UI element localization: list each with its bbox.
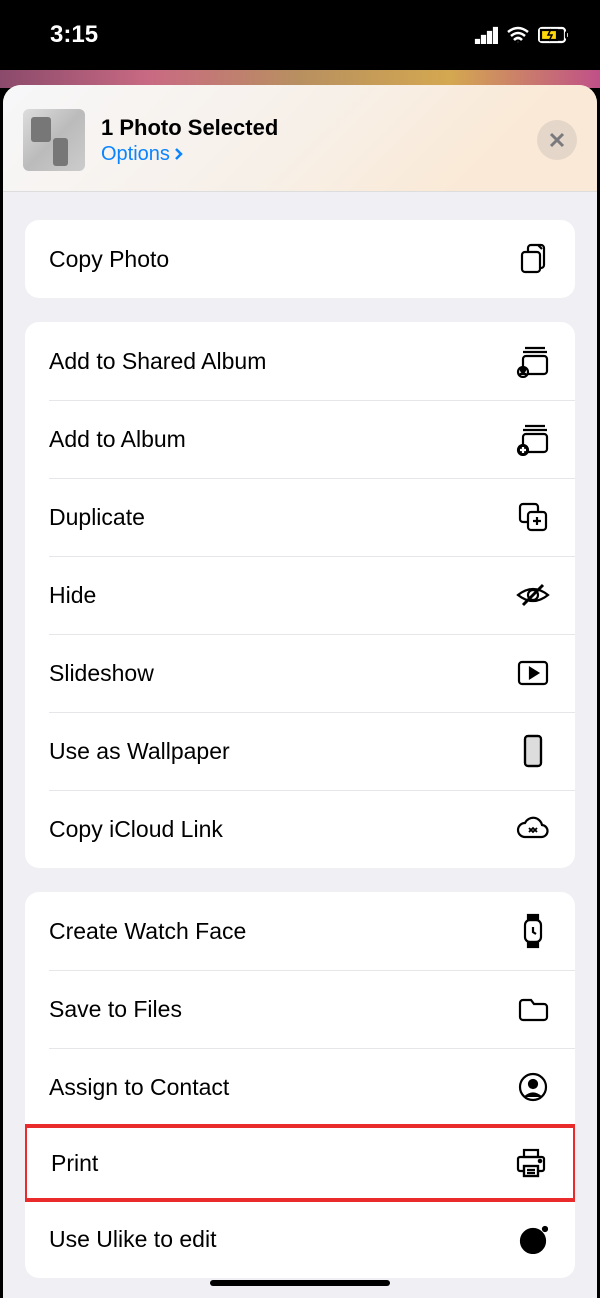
wifi-icon: [506, 26, 530, 44]
hide-icon: [515, 577, 551, 613]
contact-icon: [515, 1069, 551, 1105]
shared-album-icon: [515, 343, 551, 379]
icloud-link-row[interactable]: Copy iCloud Link: [25, 790, 575, 868]
slideshow-row[interactable]: Slideshow: [25, 634, 575, 712]
status-time: 3:15: [50, 21, 98, 49]
sheet-title: 1 Photo Selected: [101, 115, 521, 141]
row-label: Copy Photo: [49, 246, 169, 273]
share-sheet: 1 Photo Selected Options Copy Photo Add …: [3, 85, 597, 1298]
folder-icon: [515, 991, 551, 1027]
slideshow-icon: [515, 655, 551, 691]
print-row[interactable]: Print: [25, 1124, 575, 1202]
add-shared-album-row[interactable]: Add to Shared Album: [25, 322, 575, 400]
row-label: Slideshow: [49, 660, 154, 687]
action-group-1: Copy Photo: [25, 220, 575, 298]
battery-charging-icon: [538, 26, 570, 44]
row-label: Print: [51, 1150, 98, 1177]
row-label: Hide: [49, 582, 96, 609]
cellular-icon: [474, 26, 498, 44]
row-label: Use as Wallpaper: [49, 738, 230, 765]
row-label: Duplicate: [49, 504, 145, 531]
ulike-icon: [515, 1221, 551, 1257]
status-bar: 3:15: [0, 0, 600, 70]
ulike-edit-row[interactable]: Use Ulike to edit: [25, 1200, 575, 1278]
add-album-row[interactable]: Add to Album: [25, 400, 575, 478]
watch-icon: [515, 913, 551, 949]
add-album-icon: [515, 421, 551, 457]
row-label: Add to Album: [49, 426, 186, 453]
sheet-body[interactable]: Copy Photo Add to Shared Album Add to Al…: [3, 192, 597, 1293]
photo-thumbnail: [23, 109, 85, 171]
action-group-2: Add to Shared Album Add to Album Duplica…: [25, 322, 575, 868]
close-icon: [548, 131, 566, 149]
wallpaper-row[interactable]: Use as Wallpaper: [25, 712, 575, 790]
assign-contact-row[interactable]: Assign to Contact: [25, 1048, 575, 1126]
copy-icon: [515, 241, 551, 277]
duplicate-icon: [515, 499, 551, 535]
watch-face-row[interactable]: Create Watch Face: [25, 892, 575, 970]
row-label: Save to Files: [49, 996, 182, 1023]
row-label: Assign to Contact: [49, 1074, 229, 1101]
row-label: Use Ulike to edit: [49, 1226, 216, 1253]
row-label: Create Watch Face: [49, 918, 246, 945]
save-files-row[interactable]: Save to Files: [25, 970, 575, 1048]
options-label: Options: [101, 143, 170, 166]
chevron-right-icon: [174, 147, 184, 161]
header-text: 1 Photo Selected Options: [101, 115, 521, 166]
printer-icon: [513, 1145, 549, 1181]
options-button[interactable]: Options: [101, 143, 521, 166]
cloud-link-icon: [515, 811, 551, 847]
status-icons: [474, 26, 570, 44]
close-button[interactable]: [537, 120, 577, 160]
duplicate-row[interactable]: Duplicate: [25, 478, 575, 556]
row-label: Add to Shared Album: [49, 348, 266, 375]
copy-photo-row[interactable]: Copy Photo: [25, 220, 575, 298]
sheet-header: 1 Photo Selected Options: [3, 85, 597, 192]
home-indicator[interactable]: [210, 1280, 390, 1286]
wallpaper-icon: [515, 733, 551, 769]
row-label: Copy iCloud Link: [49, 816, 223, 843]
hide-row[interactable]: Hide: [25, 556, 575, 634]
action-group-3: Create Watch Face Save to Files Assign t…: [25, 892, 575, 1278]
